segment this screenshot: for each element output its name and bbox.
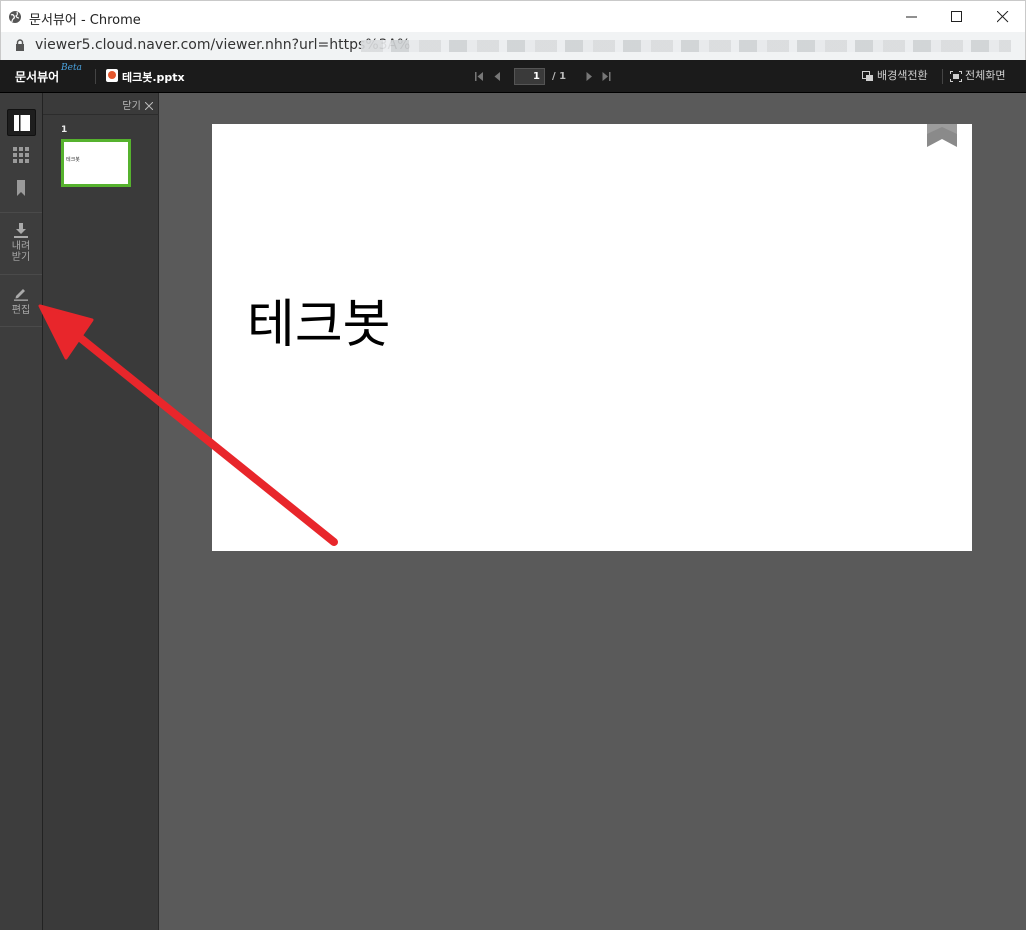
page-number-input[interactable]: 1 [514, 68, 545, 85]
fullscreen-icon [950, 70, 962, 82]
total-pages: / 1 [552, 71, 567, 82]
download-label-line1: 내려 [11, 241, 31, 252]
viewer-toolbar: 문서뷰어 Beta 테크봇.pptx 1 / 1 배경색전환 전체화면 [0, 60, 1026, 93]
thumbnail-panel-header: 닫기 [43, 93, 159, 115]
download-button[interactable]: 내려 받기 [0, 221, 42, 267]
address-bar[interactable]: viewer5.cloud.naver.com/viewer.nhn?url=h… [0, 32, 1026, 60]
fullscreen-button[interactable]: 전체화면 [950, 69, 1005, 85]
window-title: 문서뷰어 - Chrome [29, 13, 141, 28]
maximize-button[interactable] [934, 1, 980, 33]
rail-divider [0, 326, 42, 327]
background-toggle-icon [862, 70, 873, 81]
minimize-icon [906, 16, 917, 18]
pencil-icon [14, 289, 28, 301]
first-page-button[interactable] [474, 60, 486, 93]
grid-icon [13, 147, 29, 163]
slide-text: 테크봇 [247, 295, 391, 355]
app-brand: 문서뷰어 [15, 70, 60, 84]
last-page-button[interactable] [601, 60, 613, 93]
left-tool-rail: 내려 받기 편집 [0, 93, 43, 930]
grid-view-button[interactable] [7, 142, 36, 169]
close-panel-label: 닫기 [122, 101, 141, 112]
document-canvas: 테크봇 [159, 93, 1026, 930]
lock-icon [16, 39, 24, 51]
download-label-line2: 받기 [11, 252, 31, 263]
toolbar-divider [95, 69, 96, 84]
slide-thumbnail[interactable]: 테크봇 [61, 139, 131, 187]
edit-button[interactable]: 편집 [0, 283, 42, 319]
download-icon [14, 223, 28, 238]
thumbnail-page-number: 1 [61, 125, 68, 135]
bookmark-icon [17, 180, 25, 196]
beta-badge: Beta [61, 63, 82, 73]
last-page-icon [602, 72, 611, 81]
thumbnail-panel: 닫기 1 테크봇 [43, 93, 159, 930]
redacted-url-area [361, 40, 1011, 52]
close-icon [144, 101, 154, 111]
previous-page-icon [494, 72, 500, 81]
globe-icon [9, 11, 21, 23]
close-panel-button[interactable]: 닫기 [122, 97, 154, 112]
next-page-button[interactable] [584, 60, 596, 93]
close-icon [997, 11, 1009, 23]
edit-label: 편집 [11, 305, 31, 316]
toolbar-divider [942, 69, 943, 84]
background-toggle-button[interactable]: 배경색전환 [862, 69, 928, 85]
file-name: 테크봇.pptx [122, 71, 185, 84]
background-toggle-label: 배경색전환 [877, 69, 928, 82]
browser-title-bar: 문서뷰어 - Chrome [0, 0, 1026, 32]
minimize-button[interactable] [889, 1, 935, 33]
previous-page-button[interactable] [492, 60, 504, 93]
maximize-icon [951, 11, 962, 22]
panel-layout-icon [14, 115, 30, 131]
next-page-icon [586, 72, 592, 81]
bookmark-button[interactable] [7, 175, 36, 202]
rail-divider [0, 212, 42, 213]
page-bookmark-icon[interactable] [927, 124, 957, 148]
thumbnail-panel-button[interactable] [7, 109, 36, 136]
url-text: viewer5.cloud.naver.com/viewer.nhn?url=h… [35, 37, 411, 53]
close-window-button[interactable] [980, 1, 1026, 33]
first-page-icon [475, 72, 483, 81]
slide-page: 테크봇 [212, 124, 972, 551]
fullscreen-label: 전체화면 [965, 69, 1006, 82]
thumbnail-slide-text: 테크봇 [66, 157, 80, 163]
rail-divider [0, 274, 42, 275]
pptx-file-icon [106, 69, 118, 82]
